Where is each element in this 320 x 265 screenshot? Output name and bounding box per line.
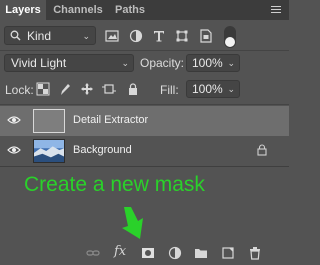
tab-layers[interactable]: Layers [0,0,46,20]
smart-object-filter-icon[interactable] [199,29,213,43]
filter-toggle[interactable] [224,26,236,48]
layer-row-detail-extractor[interactable]: Detail Extractor [0,106,289,136]
adjustment-layer-icon[interactable] [168,246,182,260]
opacity-field[interactable]: 100% ⌄ [186,54,240,72]
layer-row-background[interactable]: Background [0,136,289,166]
search-icon [10,30,21,41]
chevron-down-icon: ⌄ [82,31,90,41]
layers-bottom-toolbar: fx [0,241,289,265]
lock-artboard-icon[interactable] [102,82,116,96]
lock-image-pixels-icon[interactable] [58,82,72,96]
blend-mode-value: Vivid Light [11,56,67,70]
divider [0,104,289,105]
filter-kind-select[interactable]: Kind ⌄ [4,26,96,45]
divider [0,50,289,51]
arrow-down-right-icon [122,207,143,239]
background-thumbnail [33,139,65,163]
new-group-icon[interactable] [194,246,208,260]
opacity-value: 100% [192,56,223,70]
layer-name[interactable]: Detail Extractor [73,114,148,126]
visibility-eye-icon[interactable] [7,145,21,155]
opacity-label: Opacity: [140,56,185,70]
lock-row: Lock: Fill: 100% ⌄ [0,80,289,102]
panel-tab-bar: Layers Channels Paths [0,0,289,20]
layer-style-button[interactable]: fx [114,244,126,259]
layer-thumbnail [33,109,65,133]
layers-list-divider [0,166,289,167]
delete-layer-icon[interactable] [248,246,262,260]
link-layers-icon[interactable] [86,246,100,260]
shape-filter-icon[interactable] [175,29,189,43]
new-layer-icon[interactable] [221,246,235,260]
blend-mode-select[interactable]: Vivid Light ⌄ [4,54,134,72]
filter-kind-label: Kind [27,29,52,43]
visibility-eye-icon[interactable] [7,115,21,125]
tab-channels[interactable]: Channels [49,0,107,20]
fill-label: Fill: [160,83,179,97]
chevron-down-icon: ⌄ [227,84,235,94]
lock-position-icon[interactable] [80,82,94,96]
panel-menu-icon[interactable] [271,6,281,14]
layer-filter-row: Kind ⌄ [0,22,289,50]
tab-paths[interactable]: Paths [110,0,150,20]
lock-label: Lock: [5,83,34,97]
lock-all-icon[interactable] [126,82,140,96]
chevron-down-icon: ⌄ [121,58,129,68]
annotation-text: Create a new mask [24,173,205,196]
lock-icon [257,144,267,156]
filter-toggle-knob [225,37,235,47]
lock-transparent-pixels-icon[interactable] [36,82,50,96]
add-layer-mask-icon[interactable] [141,246,155,260]
fill-value: 100% [192,82,223,96]
fill-field[interactable]: 100% ⌄ [186,80,240,98]
chevron-down-icon: ⌄ [227,58,235,68]
image-filter-icon[interactable] [105,29,119,43]
adjustment-filter-icon[interactable] [129,29,143,43]
layers-panel: Layers Channels Paths Kind ⌄ Vivid Light… [0,0,289,265]
layer-name[interactable]: Background [73,144,132,156]
type-filter-icon[interactable] [152,29,166,43]
blend-row: Vivid Light ⌄ Opacity: 100% ⌄ [0,52,289,74]
